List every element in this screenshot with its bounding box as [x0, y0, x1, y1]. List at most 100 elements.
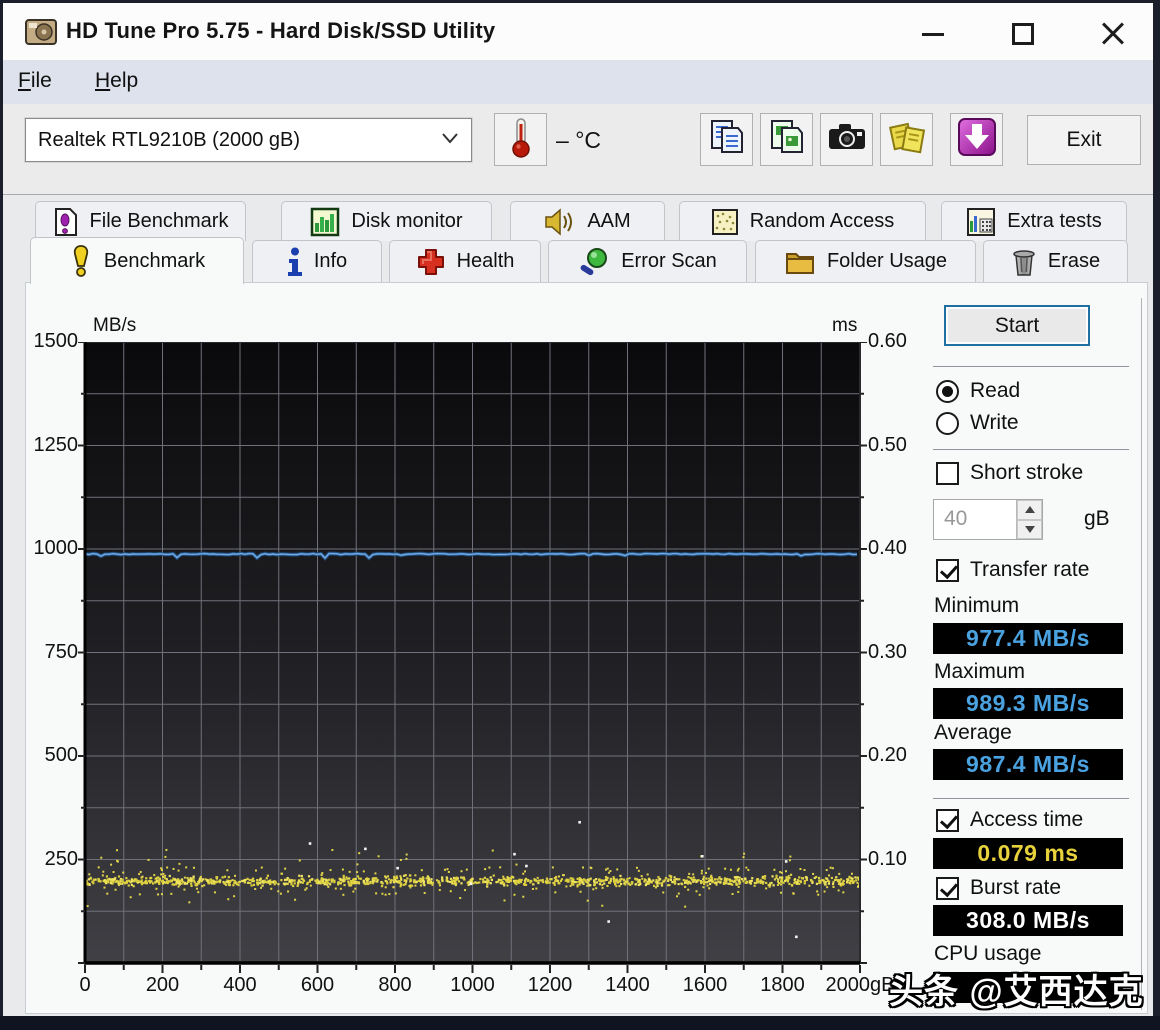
- maximum-value: 989.3 MB/s: [933, 688, 1123, 719]
- short-stroke-row[interactable]: Short stroke: [936, 461, 1083, 485]
- tab-folder-usage[interactable]: Folder Usage: [755, 240, 976, 282]
- tab-health[interactable]: Health: [389, 240, 541, 282]
- add-results-button[interactable]: [880, 113, 933, 166]
- tab-label: File Benchmark: [89, 210, 229, 232]
- spin-down-button[interactable]: [1017, 519, 1042, 539]
- x-axis-tick-label: 200: [145, 974, 180, 996]
- y-right-tick-label: 0.10: [868, 847, 907, 870]
- minimum-label: Minimum: [934, 594, 1020, 617]
- write-label: Write: [970, 411, 1019, 434]
- y-left-tick-label: 1250: [33, 433, 79, 456]
- disk-monitor-icon: [310, 207, 340, 237]
- temperature-value: –: [556, 127, 569, 153]
- tab-benchmark[interactable]: Benchmark: [30, 237, 244, 284]
- minimum-value: 977.4 MB/s: [933, 623, 1123, 654]
- x-axis-tick-label: 800: [378, 974, 412, 996]
- maximize-icon: [1012, 23, 1034, 45]
- screenshot-button[interactable]: [820, 113, 873, 166]
- y-right-tick-label: 0.30: [868, 640, 907, 663]
- tab-label: Error Scan: [621, 250, 717, 272]
- tab-aam[interactable]: AAM: [510, 201, 665, 241]
- read-radio[interactable]: [936, 379, 959, 403]
- save-button[interactable]: [950, 113, 1003, 166]
- read-radio-row[interactable]: Read: [936, 379, 1020, 403]
- y-left-tick-label: 250: [44, 847, 78, 870]
- benchmark-plot: [78, 342, 867, 973]
- copy-text-button[interactable]: [700, 113, 753, 166]
- burst-rate-value-text: 308.0 MB/s: [966, 907, 1090, 933]
- window-border-top: [0, 0, 1160, 3]
- tab-error-scan[interactable]: Error Scan: [548, 240, 747, 282]
- spin-up-button[interactable]: [1017, 500, 1042, 520]
- menu-help[interactable]: Help: [95, 69, 138, 93]
- speaker-icon: [544, 207, 576, 236]
- short-stroke-checkbox[interactable]: [936, 461, 959, 485]
- write-radio-row[interactable]: Write: [936, 411, 1019, 435]
- arrow-up-icon: [1024, 506, 1035, 514]
- minimize-icon: [922, 32, 944, 36]
- trash-icon: [1011, 247, 1037, 277]
- thermometer-icon: [506, 116, 536, 163]
- menu-bar: File Help: [3, 60, 1153, 104]
- x-axis-tick-label: 1800: [760, 974, 805, 996]
- chevron-down-icon: [441, 131, 459, 149]
- read-label: Read: [970, 379, 1021, 402]
- folder-icon: [784, 248, 816, 276]
- y-right-tick-label: 0.50: [868, 433, 907, 456]
- access-time-row[interactable]: Access time: [936, 808, 1083, 832]
- start-button[interactable]: Start: [944, 305, 1090, 346]
- exit-button[interactable]: Exit: [1027, 115, 1141, 165]
- minimize-button[interactable]: [910, 17, 956, 51]
- file-benchmark-icon: [53, 207, 79, 237]
- maximum-value-text: 989.3 MB/s: [966, 690, 1090, 716]
- transfer-rate-row[interactable]: Transfer rate: [936, 558, 1089, 582]
- tab-random-access[interactable]: Random Access: [679, 201, 926, 241]
- x-axis-tick-label: 1200: [527, 974, 573, 996]
- x-axis-tick-label: 600: [300, 974, 335, 996]
- burst-rate-checkbox[interactable]: [936, 876, 959, 900]
- window-border-left: [0, 0, 3, 1030]
- access-time-value: 0.079 ms: [933, 838, 1123, 869]
- drive-select[interactable]: Realtek RTL9210B (2000 gB): [25, 118, 472, 162]
- y-left-unit-label: MB/s: [93, 315, 137, 336]
- drive-select-value: Realtek RTL9210B (2000 gB): [38, 128, 301, 151]
- y-left-tick-label: 1000: [33, 537, 79, 559]
- title-bar: HD Tune Pro 5.75 - Hard Disk/SSD Utility: [3, 3, 1153, 60]
- tab-erase[interactable]: Erase: [983, 240, 1128, 282]
- average-label: Average: [934, 721, 1012, 744]
- close-button[interactable]: [1090, 17, 1136, 51]
- extra-tests-icon: [966, 207, 996, 237]
- separator: [933, 366, 1129, 367]
- temperature-readout: – °C: [556, 127, 601, 154]
- tab-disk-monitor[interactable]: Disk monitor: [281, 201, 492, 241]
- tab-label: Info: [313, 250, 348, 272]
- copy-image-button[interactable]: [760, 113, 813, 166]
- tab-file-benchmark[interactable]: File Benchmark: [35, 201, 246, 241]
- copy-text-icon: [707, 117, 747, 162]
- access-time-checkbox[interactable]: [936, 808, 959, 832]
- write-radio[interactable]: [936, 411, 959, 435]
- screenshot-camera-icon: [826, 119, 868, 160]
- maximize-button[interactable]: [1000, 17, 1046, 51]
- tab-label: Erase: [1047, 250, 1101, 272]
- capacity-spinner[interactable]: 40: [933, 499, 1043, 540]
- y-right-tick-label: 0.20: [868, 744, 907, 766]
- close-icon: [1100, 21, 1126, 47]
- transfer-rate-checkbox[interactable]: [936, 558, 959, 582]
- temperature-button[interactable]: [494, 113, 547, 166]
- menu-file[interactable]: File: [18, 69, 52, 93]
- tab-label: Folder Usage: [826, 250, 948, 272]
- burst-rate-value: 308.0 MB/s: [933, 905, 1123, 936]
- tab-info[interactable]: Info: [252, 240, 382, 282]
- capacity-value: 40: [944, 507, 968, 530]
- app-icon: [22, 13, 60, 56]
- window-border-right: [1153, 0, 1160, 1030]
- tab-label: Benchmark: [103, 249, 206, 272]
- short-stroke-label: Short stroke: [970, 461, 1084, 484]
- y-right-unit-label: ms: [832, 315, 858, 336]
- burst-rate-row[interactable]: Burst rate: [936, 876, 1061, 900]
- arrow-down-icon: [1024, 525, 1035, 533]
- tab-extra-tests[interactable]: Extra tests: [941, 201, 1127, 241]
- transfer-rate-label: Transfer rate: [970, 558, 1090, 581]
- x-axis-tick-label: 1000: [450, 974, 495, 996]
